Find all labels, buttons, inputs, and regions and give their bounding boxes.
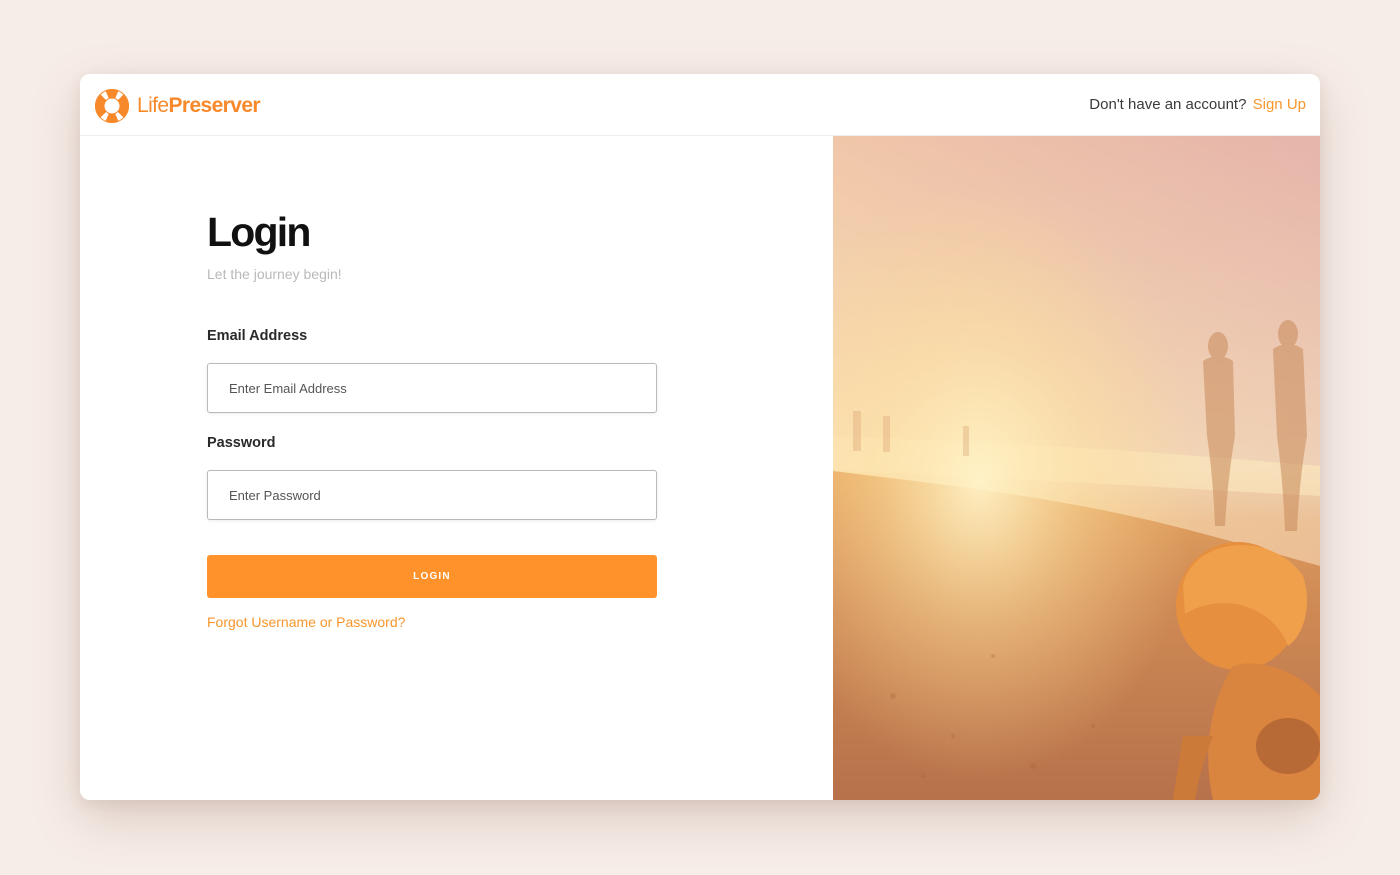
beach-sunset-photo <box>833 136 1320 800</box>
signup-prompt-text: Don't have an account? <box>1089 96 1247 113</box>
lifebuoy-icon <box>95 89 129 123</box>
signup-prompt: Don't have an account? Sign Up <box>1089 96 1306 113</box>
brand-name: LifePreserver <box>137 94 261 118</box>
password-label: Password <box>207 435 276 451</box>
login-button[interactable]: LOGIN <box>207 555 657 598</box>
page-subtitle: Let the journey begin! <box>207 266 342 282</box>
top-bar: LifePreserver Don't have an account? Sig… <box>80 74 1320 136</box>
login-window: LifePreserver Don't have an account? Sig… <box>80 74 1320 800</box>
signup-link[interactable]: Sign Up <box>1253 96 1306 113</box>
hero-image <box>833 136 1320 800</box>
login-form-panel: Login Let the journey begin! Email Addre… <box>80 136 833 800</box>
forgot-password-link[interactable]: Forgot Username or Password? <box>207 614 405 630</box>
brand-name-bold: Preserver <box>168 94 260 117</box>
password-field[interactable] <box>207 470 657 520</box>
page-title: Login <box>207 209 311 255</box>
email-label: Email Address <box>207 328 308 344</box>
email-field[interactable] <box>207 363 657 413</box>
brand-logo[interactable]: LifePreserver <box>94 88 261 124</box>
brand-name-light: Life <box>137 94 169 117</box>
